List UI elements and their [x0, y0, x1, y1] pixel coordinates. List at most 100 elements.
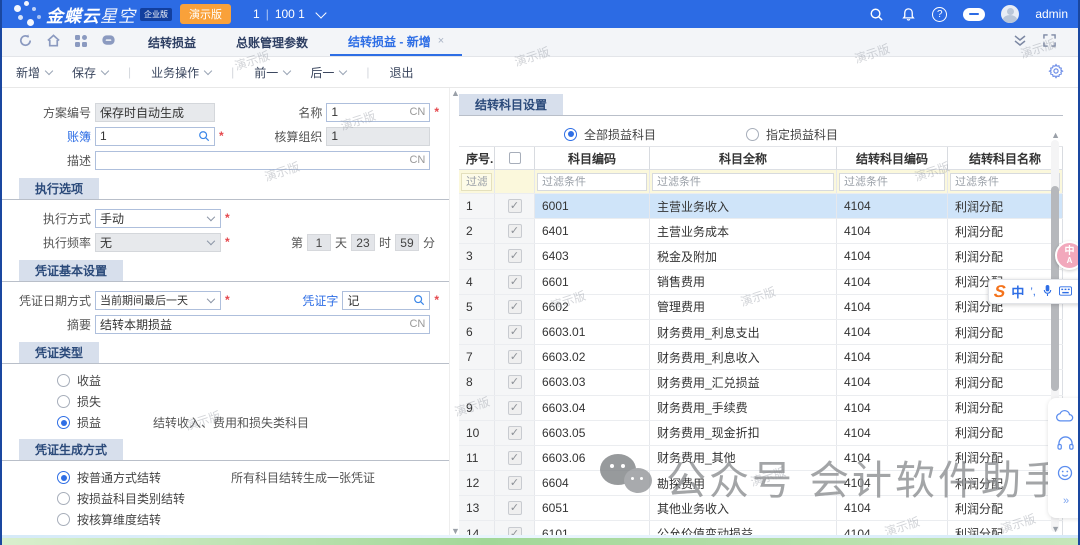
col-account-code[interactable]: 科目编码 — [535, 147, 650, 169]
target-name[interactable]: 利润分配 — [948, 320, 1063, 344]
account-name[interactable]: 管理费用 — [650, 295, 837, 319]
col-target-code[interactable]: 结转科目编码 — [837, 147, 948, 169]
new-button[interactable]: 新增 — [16, 64, 52, 81]
row-select[interactable] — [495, 370, 535, 394]
target-name[interactable]: 利润分配 — [948, 396, 1063, 420]
col-target-name[interactable]: 结转科目名称 — [948, 147, 1063, 169]
table-row[interactable]: 4 6601 销售费用 4104 利润分配 — [459, 270, 1063, 295]
ledger-label[interactable]: 账簿 — [19, 128, 91, 145]
notifications-bell-icon[interactable] — [900, 6, 916, 22]
tab-carryforward-new[interactable]: 结转损益 - 新增× — [330, 28, 462, 56]
account-code[interactable]: 6401 — [535, 219, 650, 243]
cloud-icon[interactable] — [1056, 409, 1074, 425]
refresh-icon[interactable] — [18, 33, 33, 51]
account-code[interactable]: 6051 — [535, 496, 650, 520]
radio-icon[interactable] — [746, 128, 759, 141]
account-name[interactable]: 勘探费用 — [650, 471, 837, 495]
radio-icon[interactable] — [57, 513, 70, 526]
target-name[interactable]: 利润分配 — [948, 370, 1063, 394]
ime-mic-icon[interactable] — [1042, 284, 1053, 300]
message-icon[interactable] — [101, 33, 116, 51]
account-code[interactable]: 6604 — [535, 471, 650, 495]
radio-icon[interactable] — [57, 395, 70, 408]
row-select[interactable] — [495, 194, 535, 218]
target-name[interactable]: 利润分配 — [948, 244, 1063, 268]
voucher-type-loss[interactable]: 损失 — [2, 391, 449, 412]
radio-icon[interactable] — [57, 416, 70, 429]
scope-specified-accounts[interactable]: 指定损益科目 — [746, 126, 838, 143]
settings-gear-icon[interactable] — [1048, 63, 1064, 82]
target-code[interactable]: 4104 — [837, 219, 948, 243]
left-scrollbar[interactable]: ▲ ▼ — [449, 88, 459, 538]
checkbox-icon[interactable] — [508, 451, 522, 465]
tab-carryforward[interactable]: 结转损益 — [130, 28, 214, 56]
target-code[interactable]: 4104 — [837, 194, 948, 218]
exec-method-select[interactable] — [95, 209, 221, 228]
checkbox-icon[interactable] — [508, 224, 522, 238]
gen-by-dimension[interactable]: 按核算维度结转 — [2, 509, 449, 530]
collapse-tabs-icon[interactable] — [1013, 35, 1027, 50]
org-selector[interactable]: 1 | 100 1 — [253, 7, 325, 21]
fullscreen-icon[interactable] — [1043, 34, 1056, 50]
row-select[interactable] — [495, 244, 535, 268]
target-name[interactable]: 利润分配 — [948, 421, 1063, 445]
name-field[interactable]: CN — [326, 103, 430, 122]
desc-field[interactable]: CN — [95, 151, 430, 170]
row-select[interactable] — [495, 270, 535, 294]
floating-side-dock[interactable]: » — [1048, 398, 1080, 518]
summary-field[interactable]: CN — [95, 315, 430, 334]
table-row[interactable]: 7 6603.02 财务费用_利息收入 4104 利润分配 — [459, 345, 1063, 370]
gen-normal[interactable]: 按普通方式结转所有科目结转生成一张凭证 — [2, 467, 449, 488]
headset-icon[interactable] — [1057, 436, 1074, 454]
account-name[interactable]: 财务费用_汇兑损益 — [650, 370, 837, 394]
target-name[interactable]: 利润分配 — [948, 471, 1063, 495]
filter-code[interactable] — [535, 170, 650, 193]
account-name[interactable]: 财务费用_其他 — [650, 446, 837, 470]
business-ops-button[interactable]: 业务操作 — [151, 64, 211, 81]
col-select[interactable] — [495, 147, 535, 169]
target-code[interactable]: 4104 — [837, 496, 948, 520]
header-checkbox[interactable] — [509, 152, 521, 164]
meeting-pill-icon[interactable] — [963, 8, 985, 21]
row-select[interactable] — [495, 421, 535, 445]
ledger-field[interactable] — [95, 127, 215, 146]
target-name[interactable]: 利润分配 — [948, 446, 1063, 470]
account-name[interactable]: 税金及附加 — [650, 244, 837, 268]
target-name[interactable]: 利润分配 — [948, 219, 1063, 243]
table-row[interactable]: 2 6401 主营业务成本 4104 利润分配 — [459, 219, 1063, 244]
radio-icon[interactable] — [564, 128, 577, 141]
search-icon[interactable] — [868, 6, 884, 22]
voucher-word-label[interactable]: 凭证字 — [294, 292, 338, 309]
checkbox-icon[interactable] — [508, 476, 522, 490]
filter-no[interactable] — [459, 170, 495, 193]
row-select[interactable] — [495, 219, 535, 243]
row-select[interactable] — [495, 396, 535, 420]
account-code[interactable]: 6001 — [535, 194, 650, 218]
account-code[interactable]: 6603.04 — [535, 396, 650, 420]
col-account-name[interactable]: 科目全称 — [650, 147, 837, 169]
target-code[interactable]: 4104 — [837, 370, 948, 394]
dock-expand-icon[interactable]: » — [1063, 495, 1067, 507]
checkbox-icon[interactable] — [508, 249, 522, 263]
account-name[interactable]: 主营业务收入 — [650, 194, 837, 218]
target-name[interactable]: 利润分配 — [948, 496, 1063, 520]
table-row[interactable]: 8 6603.03 财务费用_汇兑损益 4104 利润分配 — [459, 370, 1063, 395]
account-code[interactable]: 6603.06 — [535, 446, 650, 470]
checkbox-icon[interactable] — [508, 300, 522, 314]
col-no[interactable]: 序号... — [459, 147, 495, 169]
next-button[interactable]: 后一 — [310, 64, 346, 81]
account-name[interactable]: 财务费用_利息支出 — [650, 320, 837, 344]
table-row[interactable]: 12 6604 勘探费用 4104 利润分配 — [459, 471, 1063, 496]
account-code[interactable]: 6403 — [535, 244, 650, 268]
account-code[interactable]: 6603.05 — [535, 421, 650, 445]
table-row[interactable]: 6 6603.01 财务费用_利息支出 4104 利润分配 — [459, 320, 1063, 345]
voucher-word-field[interactable] — [342, 291, 430, 310]
account-name[interactable]: 其他业务收入 — [650, 496, 837, 520]
checkbox-icon[interactable] — [508, 325, 522, 339]
scope-all-accounts[interactable]: 全部损益科目 — [564, 126, 656, 143]
account-name[interactable]: 财务费用_利息收入 — [650, 345, 837, 369]
voucher-type-income[interactable]: 收益 — [2, 370, 449, 391]
row-select[interactable] — [495, 295, 535, 319]
checkbox-icon[interactable] — [508, 375, 522, 389]
row-select[interactable] — [495, 446, 535, 470]
